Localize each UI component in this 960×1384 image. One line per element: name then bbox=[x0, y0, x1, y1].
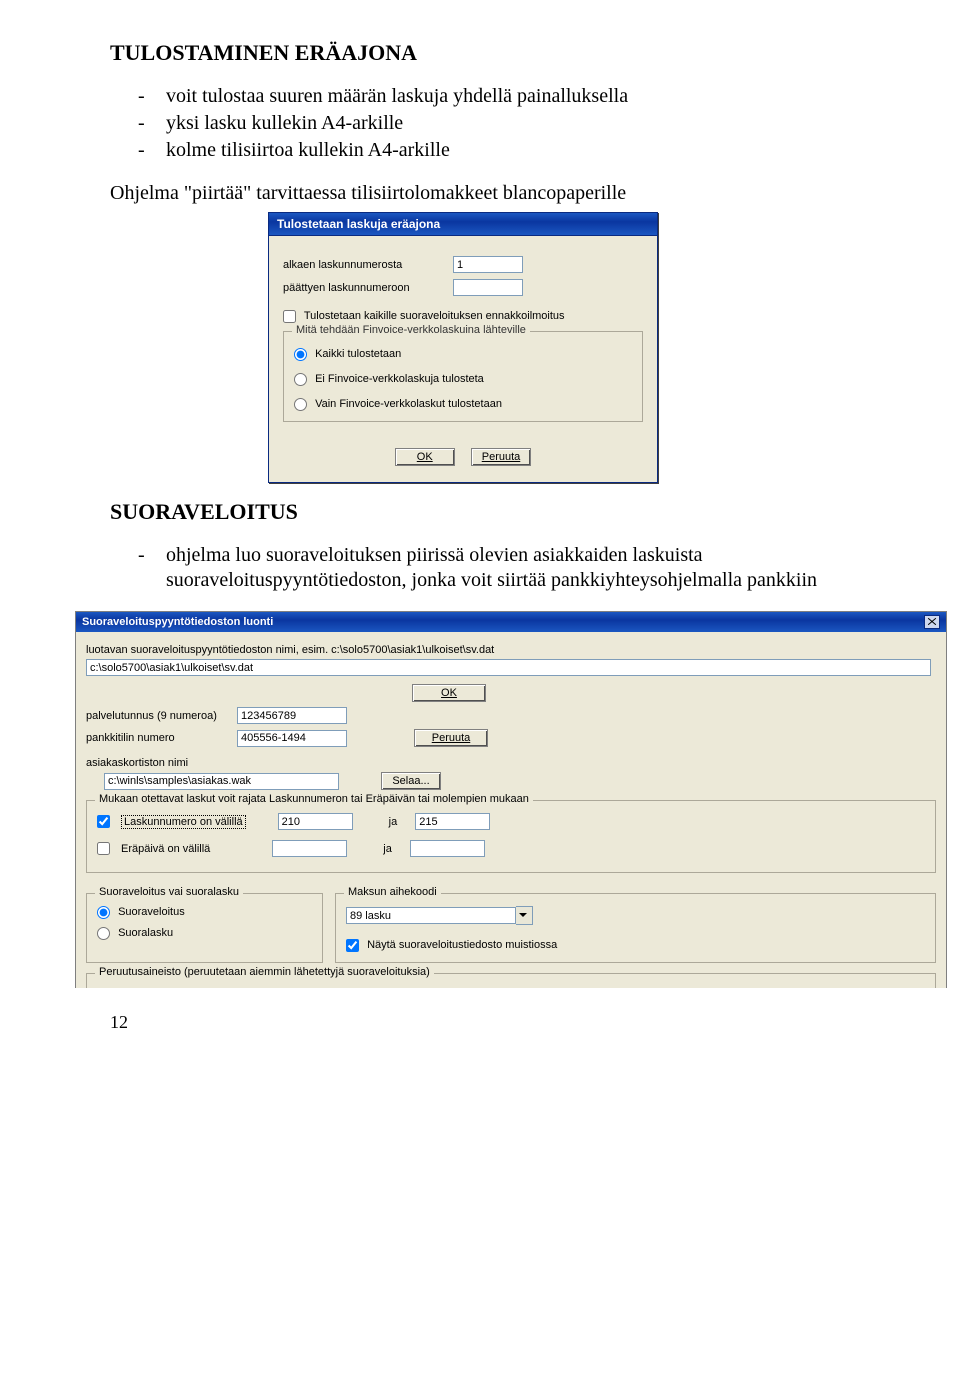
dialog-print-batch: Tulostetaan laskuja eräajona alkaen lask… bbox=[268, 212, 658, 483]
checkbox-show-memo[interactable]: Näytä suoraveloitustiedosto muistiossa bbox=[346, 939, 557, 951]
radio-direct-debit-input[interactable] bbox=[97, 906, 110, 919]
cancel-button[interactable]: Peruuta bbox=[414, 729, 488, 747]
radio-direct-invoice-input[interactable] bbox=[97, 927, 110, 940]
label-filter-date: Eräpäivä on välillä bbox=[121, 843, 210, 855]
input-date-from[interactable] bbox=[272, 840, 347, 857]
bullet-item: yksi lasku kullekin A4-arkille bbox=[138, 111, 882, 136]
dialog-titlebar[interactable]: Suoraveloituspyyntötiedoston luonti bbox=[76, 612, 946, 632]
group-cancel-material: Peruutusaineisto (peruutetaan aiemmin lä… bbox=[86, 973, 936, 988]
input-number-from[interactable] bbox=[278, 813, 353, 830]
radio-direct-debit[interactable]: Suoraveloitus bbox=[97, 906, 185, 918]
label-file-path: luotavan suoraveloituspyyntötiedoston ni… bbox=[86, 644, 936, 656]
input-end-number[interactable] bbox=[453, 279, 523, 296]
radio-no-finvoice[interactable]: Ei Finvoice-verkkolaskuja tulosteta bbox=[294, 373, 484, 385]
label-end-number: päättyen laskunnumeroon bbox=[283, 282, 453, 294]
group-finvoice: Mitä tehdään Finvoice-verkkolaskuina läh… bbox=[283, 331, 643, 422]
radio-only-finvoice-input[interactable] bbox=[294, 398, 307, 411]
label-and-1: ja bbox=[389, 816, 398, 828]
heading-print-batch: TULOSTAMINEN ERÄAJONA bbox=[110, 40, 882, 66]
radio-print-all-label: Kaikki tulostetaan bbox=[315, 348, 401, 360]
heading-direct-debit: SUORAVELOITUS bbox=[110, 499, 882, 525]
label-and-2: ja bbox=[383, 843, 392, 855]
checkbox-prenotice-label: Tulostetaan kaikille suoraveloituksen en… bbox=[304, 310, 565, 322]
checkbox-filter-date[interactable] bbox=[97, 842, 110, 855]
label-filter-number: Laskunnumero on välillä bbox=[121, 815, 246, 829]
input-bank-account[interactable] bbox=[237, 730, 347, 747]
bullet-item: voit tulostaa suuren määrän laskuja yhde… bbox=[138, 84, 882, 109]
dialog-title-text: Suoraveloituspyyntötiedoston luonti bbox=[82, 616, 273, 628]
paragraph-blanco: Ohjelma "piirtää" tarvittaessa tilisiirt… bbox=[110, 181, 882, 206]
page-number: 12 bbox=[110, 1012, 882, 1033]
checkbox-prenotice-box[interactable] bbox=[283, 310, 296, 323]
chevron-down-icon[interactable] bbox=[516, 906, 533, 925]
checkbox-show-memo-box[interactable] bbox=[346, 939, 359, 952]
close-icon[interactable] bbox=[924, 615, 940, 629]
dialog-titlebar[interactable]: Tulostetaan laskuja eräajona bbox=[268, 212, 658, 235]
radio-print-all-input[interactable] bbox=[294, 348, 307, 361]
group-cancel-material-legend: Peruutusaineisto (peruutetaan aiemmin lä… bbox=[95, 966, 434, 978]
group-mode-legend: Suoraveloitus vai suoralasku bbox=[95, 886, 243, 898]
checkbox-filter-number[interactable] bbox=[97, 815, 110, 828]
browse-button[interactable]: Selaa... bbox=[381, 772, 441, 790]
bullet-item: kolme tilisiirtoa kullekin A4-arkille bbox=[138, 138, 882, 163]
checkbox-show-memo-label: Näytä suoraveloitustiedosto muistiossa bbox=[367, 939, 557, 951]
input-reason-code[interactable] bbox=[346, 907, 516, 924]
group-mode: Suoraveloitus vai suoralasku Suoraveloit… bbox=[86, 893, 323, 963]
radio-print-all[interactable]: Kaikki tulostetaan bbox=[294, 348, 401, 360]
radio-direct-invoice[interactable]: Suoralasku bbox=[97, 927, 173, 939]
input-cardfile[interactable] bbox=[104, 773, 339, 790]
group-filter: Mukaan otettavat laskut voit rajata Lask… bbox=[86, 800, 936, 873]
radio-only-finvoice-label: Vain Finvoice-verkkolaskut tulostetaan bbox=[315, 398, 502, 410]
bullet-item: ohjelma luo suoraveloituksen piirissä ol… bbox=[138, 543, 882, 593]
checkbox-prenotice[interactable]: Tulostetaan kaikille suoraveloituksen en… bbox=[283, 310, 565, 322]
label-cardfile: asiakaskortiston nimi bbox=[86, 757, 936, 769]
input-date-to[interactable] bbox=[410, 840, 485, 857]
radio-no-finvoice-input[interactable] bbox=[294, 373, 307, 386]
radio-direct-invoice-label: Suoralasku bbox=[118, 927, 173, 939]
group-finvoice-legend: Mitä tehdään Finvoice-verkkolaskuina läh… bbox=[292, 324, 530, 336]
label-start-number: alkaen laskunnumerosta bbox=[283, 259, 453, 271]
input-start-number[interactable] bbox=[453, 256, 523, 273]
ok-button[interactable]: OK bbox=[395, 448, 455, 466]
input-number-to[interactable] bbox=[415, 813, 490, 830]
input-service-id[interactable] bbox=[237, 707, 347, 724]
radio-no-finvoice-label: Ei Finvoice-verkkolaskuja tulosteta bbox=[315, 373, 484, 385]
group-filter-legend: Mukaan otettavat laskut voit rajata Lask… bbox=[95, 793, 533, 805]
cancel-button[interactable]: Peruuta bbox=[471, 448, 532, 466]
radio-direct-debit-label: Suoraveloitus bbox=[118, 906, 185, 918]
ok-button[interactable]: OK bbox=[412, 684, 486, 702]
group-reason-legend: Maksun aihekoodi bbox=[344, 886, 441, 898]
label-bank-account: pankkitilin numero bbox=[86, 732, 231, 744]
label-service-id: palvelutunnus (9 numeroa) bbox=[86, 710, 231, 722]
group-reason: Maksun aihekoodi Näytä suoraveloitustied… bbox=[335, 893, 936, 963]
bullet-list-print: voit tulostaa suuren määrän laskuja yhde… bbox=[110, 84, 882, 163]
bullet-list-debit: ohjelma luo suoraveloituksen piirissä ol… bbox=[110, 543, 882, 593]
radio-only-finvoice[interactable]: Vain Finvoice-verkkolaskut tulostetaan bbox=[294, 398, 502, 410]
input-file-path[interactable] bbox=[86, 659, 931, 676]
dialog-debit-file: Suoraveloituspyyntötiedoston luonti luot… bbox=[75, 611, 947, 988]
